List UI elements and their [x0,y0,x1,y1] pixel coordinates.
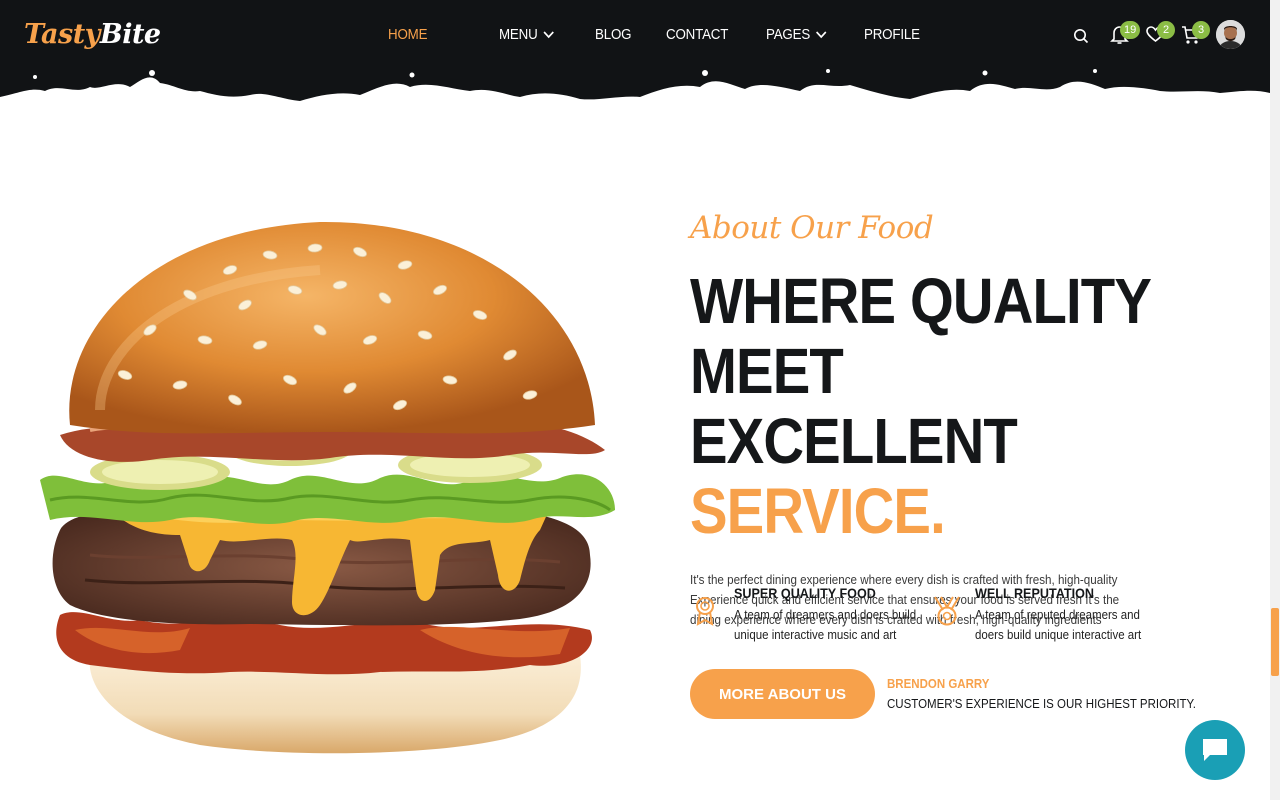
notifications-button[interactable]: 19 [1110,21,1141,50]
header-actions: 19 2 3 [1070,18,1250,54]
cart-count-badge: 3 [1192,21,1210,39]
notification-count-badge: 19 [1120,21,1141,39]
headline-accent: SERVICE. [690,475,946,547]
avatar-image [1216,20,1245,49]
brush-stroke-divider [0,69,1270,115]
nav-pages[interactable]: PAGES [766,26,827,44]
signature-name: BRENDON GARRY [887,677,990,691]
cart-button[interactable]: 3 [1181,21,1210,50]
chat-bubble-icon [1203,739,1227,761]
nav-blog-label: BLOG [594,27,632,43]
feature-text: A team of reputed dreamers and doers bui… [975,608,1142,642]
logo-text-tasty: Tasty [24,19,100,50]
feature-list: SUPER QUALITY FOOD A team of dreamers an… [690,585,1250,645]
about-section: About Our Food WHERE QUALITY MEET EXCELL… [690,210,1250,719]
nav-home[interactable]: HOME [388,26,427,44]
burger-image [40,221,615,754]
medal-icon [934,596,960,626]
search-icon [1074,29,1089,44]
signature-text: CUSTOMER'S EXPERIENCE IS OUR HIGHEST PRI… [887,697,1196,711]
section-subtitle: About Our Food [690,210,934,246]
headline-line-2: MEET EXCELLENT [690,335,1018,477]
feature-title: SUPER QUALITY FOOD [734,585,876,601]
nav-profile-label: PROFILE [863,27,920,43]
logo-text-bite: Bite [99,19,161,50]
nav-menu-label: MENU [498,27,538,43]
nav-blog[interactable]: BLOG [594,26,632,44]
chevron-down-icon [815,31,827,39]
feature-title: WELL REPUTATION [975,585,1094,601]
site-header: TastyBite HOME MENU BLOG CONTACT PAGES P… [0,0,1270,115]
nav-pages-label: PAGES [765,27,810,43]
chat-button[interactable] [1185,720,1245,780]
wishlist-button[interactable]: 2 [1146,21,1175,48]
wishlist-count-badge: 2 [1157,21,1175,39]
scrollbar-track[interactable] [1270,0,1280,800]
main-nav: HOME MENU BLOG CONTACT PAGES PROFILE [388,26,956,44]
nav-contact-label: CONTACT [666,27,729,43]
more-about-us-button[interactable]: MORE ABOUT US [690,669,875,719]
award-ribbon-icon [696,597,714,626]
section-headline: WHERE QUALITY MEET EXCELLENT SERVICE. [690,266,1183,546]
search-button[interactable] [1073,28,1089,49]
user-avatar[interactable] [1216,20,1245,49]
headline-line-1: WHERE QUALITY [690,265,1152,337]
nav-menu[interactable]: MENU [499,26,554,44]
chevron-down-icon [543,31,554,39]
feature-text: A team of dreamers and doers build uniqu… [734,608,917,642]
scrollbar-thumb[interactable] [1271,608,1279,676]
nav-home-label: HOME [388,27,428,43]
nav-contact[interactable]: CONTACT [666,26,728,44]
nav-profile[interactable]: PROFILE [864,26,920,44]
site-logo[interactable]: TastyBite [24,19,161,50]
